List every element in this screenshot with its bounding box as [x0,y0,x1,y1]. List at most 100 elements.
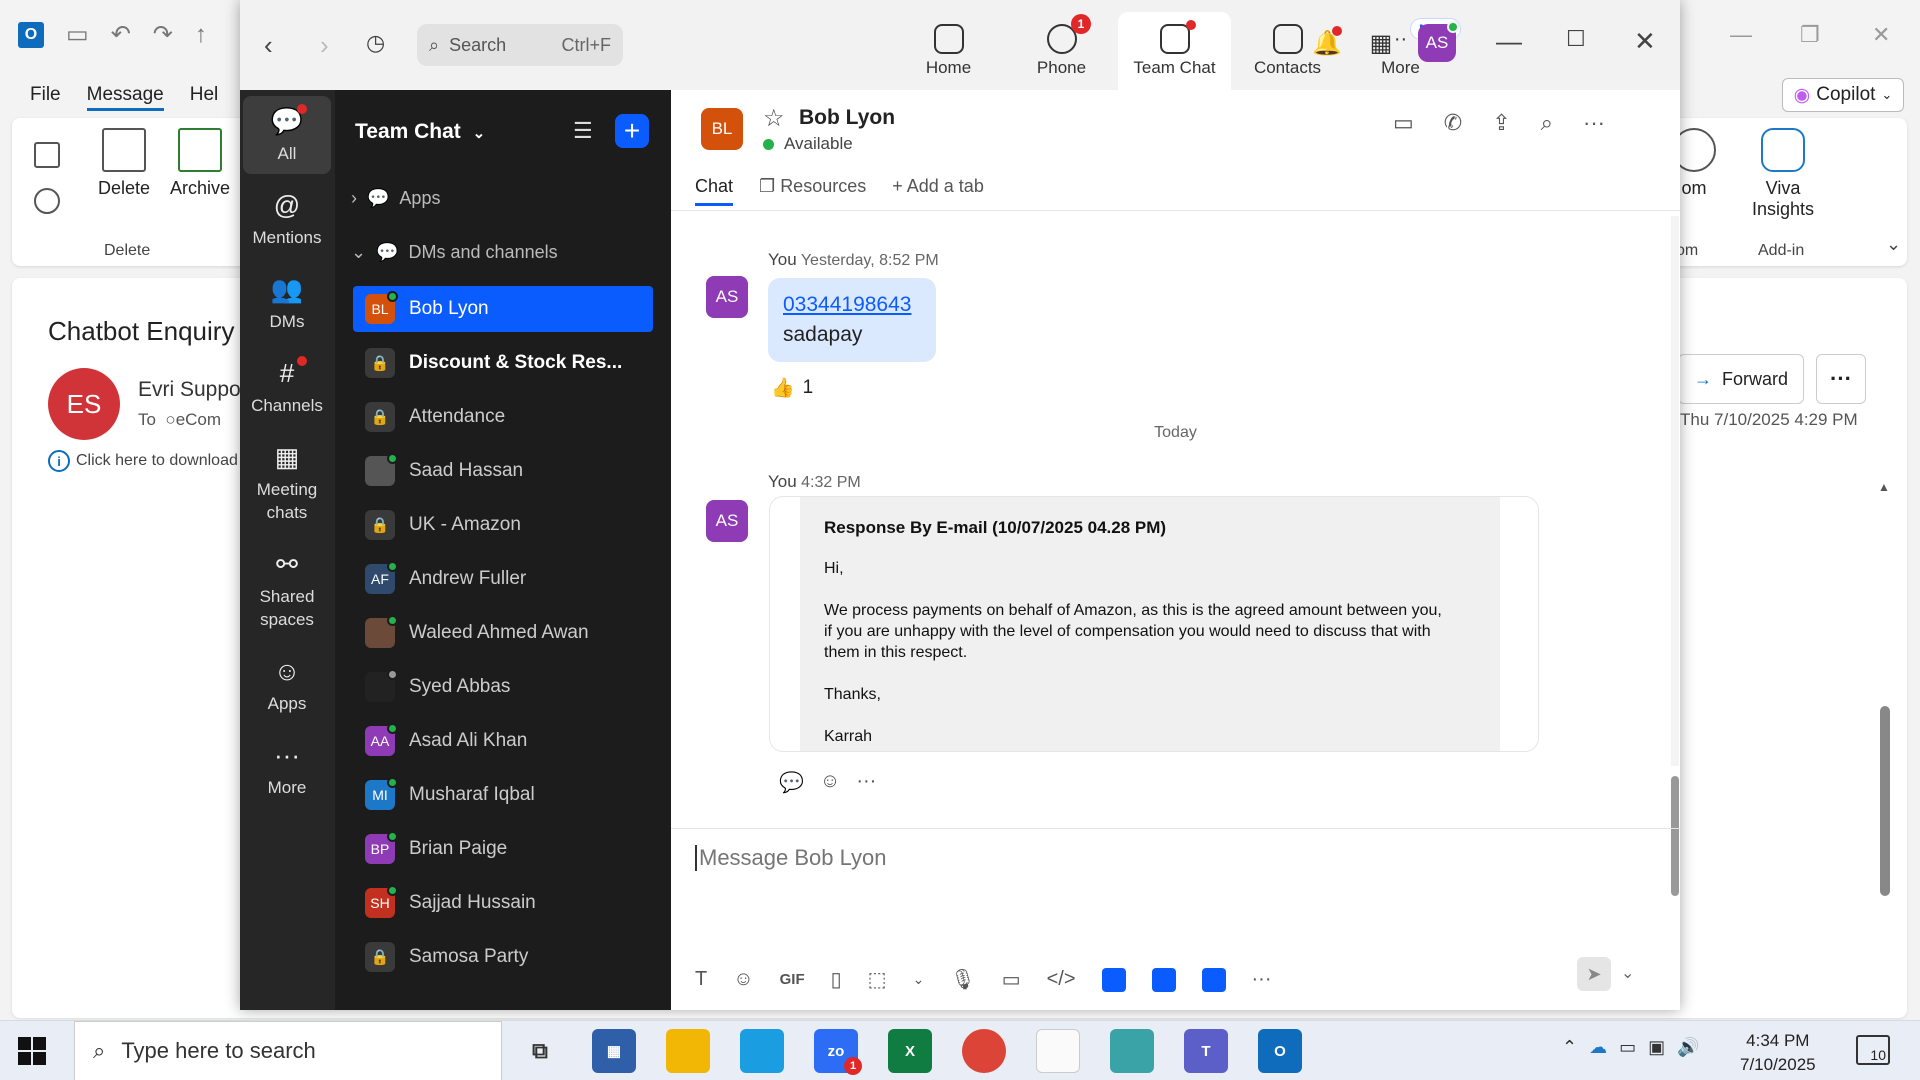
video-call-icon[interactable]: ▭ [1393,110,1414,136]
code-snippet-icon[interactable]: </> [1047,968,1076,991]
app-icon[interactable] [1101,967,1126,992]
delete-button[interactable]: Delete [98,128,150,199]
search-icon[interactable]: ⌕ [1541,110,1553,136]
rail-shared-spaces[interactable]: ⚯ Shared spaces [243,539,331,640]
archive-button[interactable]: Archive [170,128,230,199]
list-item-channel[interactable]: 🔒 Attendance [353,394,653,440]
chevron-down-icon[interactable]: ⌄ [913,971,925,988]
list-item-channel[interactable]: 🔒 Samosa Party [353,934,653,980]
list-item-contact[interactable]: AF Andrew Fuller [353,556,653,602]
message-avatar[interactable]: AS [706,276,748,318]
maximize-icon[interactable]: ☐ [1566,26,1586,52]
back-icon[interactable]: ‹ [264,30,273,61]
notepad-icon[interactable] [1036,1029,1080,1073]
reaction-chip[interactable]: 👍 1 [771,376,813,400]
search-box[interactable]: ⌕ Search Ctrl+F [417,24,623,66]
app-icon[interactable] [1201,967,1226,992]
copilot-button[interactable]: ◉ Copilot ⌄ [1782,78,1904,112]
contact-name[interactable]: Bob Lyon [799,106,895,130]
taskbar-clock[interactable]: 4:34 PM 7/10/2025 [1740,1029,1816,1077]
more-icon[interactable]: ··· [856,770,876,795]
list-item-contact[interactable]: SH Sajjad Hussain [353,880,653,926]
teams-icon[interactable]: T [1184,1029,1228,1073]
outlook-minimize-icon[interactable]: — [1730,22,1752,48]
list-item-contact[interactable]: Waleed Ahmed Awan [353,610,653,656]
app-icon[interactable] [1151,967,1176,992]
list-item-contact[interactable]: AA Asad Ali Khan [353,718,653,764]
rail-meeting-chats[interactable]: ▦ Meeting chats [243,432,331,533]
tab-team-chat[interactable]: Team Chat [1118,12,1231,90]
sender-name[interactable]: Evri Suppo [138,378,241,402]
share-screen-icon[interactable]: ⇪ [1492,110,1510,136]
outlook-close-icon[interactable]: ✕ [1872,22,1890,48]
list-item-contact[interactable]: Syed Abbas [353,664,653,710]
video-message-icon[interactable]: ▭ [1002,967,1021,992]
screenshot-icon[interactable]: ⬚ [868,967,887,992]
section-apps[interactable]: › 💬 Apps [351,188,440,209]
bell-icon[interactable]: 🔔 [1310,26,1344,60]
rail-mentions[interactable]: @ Mentions [243,180,331,258]
list-item-contact[interactable]: Saad Hassan [353,448,653,494]
list-item-contact[interactable]: MI Musharaf Iqbal [353,772,653,818]
battery-icon[interactable]: ▭ [1619,1037,1636,1058]
excel-icon[interactable]: X [888,1029,932,1073]
app-icon[interactable] [1110,1029,1154,1073]
zoom-app-icon[interactable]: zo 1 [814,1029,862,1075]
text-format-icon[interactable]: T [695,968,707,991]
more-options-icon[interactable]: ··· [1583,110,1605,136]
save-icon[interactable]: ▭ [66,20,89,49]
up-arrow-icon[interactable]: ↑ [195,21,207,49]
phone-call-icon[interactable]: ✆ [1444,110,1462,136]
filter-icon[interactable]: ☰ [573,118,593,144]
scroll-up-icon[interactable]: ▲ [1878,480,1890,494]
windows-start-icon[interactable] [18,1037,46,1065]
gif-button[interactable]: GIF [780,971,805,988]
forward-button[interactable]: → Forward [1678,354,1804,404]
rail-dms[interactable]: 👥 DMs [243,264,331,342]
user-avatar[interactable]: AS [1418,21,1459,62]
file-explorer-icon[interactable] [666,1029,710,1073]
section-dms-channels[interactable]: ⌄ 💬 DMs and channels [351,242,558,263]
message-input[interactable] [695,845,1655,871]
menu-help[interactable]: Hel [190,84,219,111]
close-icon[interactable]: ✕ [1634,26,1656,57]
new-chat-button[interactable]: + [615,114,649,148]
chat-scrollbar[interactable] [1671,216,1679,896]
rail-channels[interactable]: # Channels [243,348,331,426]
minimize-icon[interactable]: — [1496,26,1522,57]
outlook-restore-icon[interactable]: ❐ [1800,22,1820,48]
rail-all[interactable]: 💬 All [243,96,331,175]
outlook-app-icon[interactable]: O [1258,1029,1302,1073]
phone-number-link[interactable]: 03344198643 [783,290,921,320]
forward-icon[interactable]: › [320,30,329,61]
tab-resources[interactable]: ❐ Resources [759,176,866,206]
tab-home[interactable]: Home [892,12,1005,90]
list-title[interactable]: Team Chat ⌄ [355,120,485,144]
list-item-contact[interactable]: BP Brian Paige [353,826,653,872]
volume-icon[interactable]: 🔊 [1677,1037,1699,1058]
ignore-button[interactable] [34,142,60,174]
viva-insights-button[interactable]: Viva Insights [1738,128,1828,220]
contact-avatar[interactable]: BL [701,108,743,150]
edge-icon[interactable] [740,1029,784,1073]
emoji-icon[interactable]: ☺ [733,968,753,991]
recipient-name[interactable]: eCom [176,410,221,429]
list-item-channel[interactable]: 🔒 Discount & Stock Res... [353,340,653,386]
ribbon-collapse-icon[interactable]: ⌄ [1886,234,1901,255]
rail-more[interactable]: ··· More [243,730,331,808]
network-icon[interactable]: ▣ [1648,1037,1665,1058]
tab-phone[interactable]: 1 Phone [1005,12,1118,90]
junk-button[interactable] [34,188,60,220]
history-icon[interactable]: ◷ [366,30,385,56]
add-reaction-icon[interactable]: ☺ [820,770,840,795]
send-button[interactable]: ➤ [1577,957,1611,991]
chrome-icon[interactable] [962,1029,1006,1073]
taskbar-search[interactable]: ⌕ Type here to search [74,1021,502,1080]
calculator-icon[interactable]: ▦ [592,1029,636,1073]
send-options-icon[interactable]: ⌄ [1621,963,1634,983]
message-avatar[interactable]: AS [706,500,748,542]
more-actions-button[interactable]: ··· [1816,354,1866,404]
list-item-bob-lyon[interactable]: BL Bob Lyon [353,286,653,332]
star-icon[interactable]: ☆ [763,104,785,133]
tab-chat[interactable]: Chat [695,176,734,206]
